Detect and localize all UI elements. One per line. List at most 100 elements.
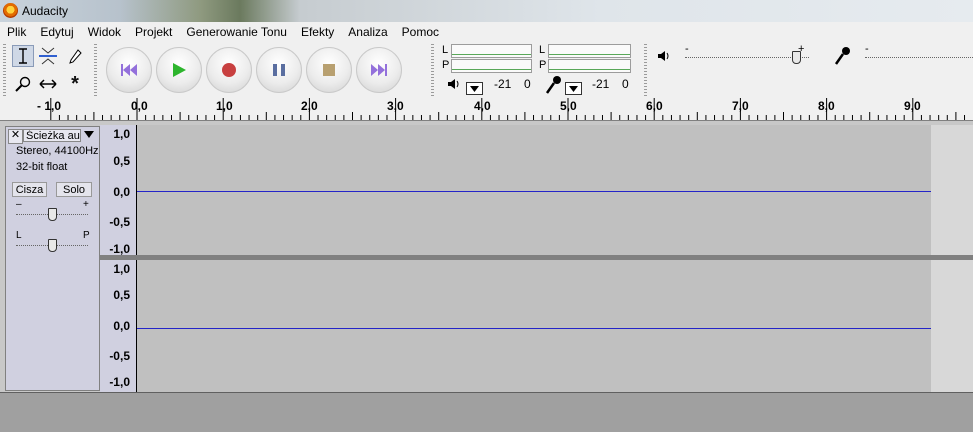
track-menu-arrow-icon[interactable] — [84, 131, 94, 138]
track-name-menu[interactable]: Ścieżka au — [23, 129, 81, 142]
draw-tool-icon[interactable] — [64, 45, 86, 67]
stop-button[interactable] — [306, 47, 352, 93]
ruler-label: 4,0 — [474, 99, 491, 113]
output-volume-icon — [657, 50, 671, 65]
ruler-label: 6,0 — [646, 99, 663, 113]
menu-help[interactable]: Pomoc — [395, 22, 446, 42]
vruler-label: 0,0 — [113, 319, 130, 333]
vruler-label: -1,0 — [109, 375, 130, 389]
output-volume-track[interactable] — [685, 57, 809, 59]
skip-to-start-button[interactable] — [106, 47, 152, 93]
skip-to-start-icon — [121, 64, 137, 76]
input-meter-left[interactable] — [548, 44, 631, 58]
ruler-label: 0,0 — [131, 99, 148, 113]
input-volume-microphone-icon — [834, 46, 852, 69]
zoom-tool-icon[interactable] — [12, 73, 34, 95]
ruler-label: 7,0 — [732, 99, 749, 113]
speaker-icon — [447, 78, 461, 93]
pan-left-label: L — [16, 230, 22, 241]
skip-to-end-button[interactable] — [356, 47, 402, 93]
input-db-label: -21 — [592, 77, 610, 91]
transport-grip[interactable] — [94, 44, 97, 96]
output-volume-slider[interactable] — [792, 51, 802, 64]
waveform-left-channel[interactable] — [137, 125, 931, 255]
menu-project[interactable]: Projekt — [128, 22, 179, 42]
track-control-panel[interactable]: ✕ Ścieżka au Stereo, 44100Hz 32-bit floa… — [5, 126, 100, 391]
input-meter-right[interactable] — [548, 59, 631, 73]
menu-generate[interactable]: Generowanie Tonu — [179, 22, 294, 42]
play-button[interactable] — [156, 47, 202, 93]
window-title: Audacity — [22, 4, 69, 18]
track-area: ✕ Ścieżka au Stereo, 44100Hz 32-bit floa… — [0, 121, 973, 392]
mixer-grip[interactable] — [644, 44, 647, 96]
track-close-button[interactable]: ✕ — [8, 129, 23, 144]
vertical-ruler-left-channel: 1,0 0,5 0,0 -0,5 -1,0 — [100, 125, 137, 256]
input-volume-min-label: - — [865, 43, 869, 55]
input-meter-menu-button[interactable] — [565, 82, 582, 95]
output-meter-left[interactable] — [451, 44, 532, 58]
microphone-icon — [545, 75, 563, 98]
vertical-ruler-right-channel: 1,0 0,5 0,0 -0,5 -1,0 — [100, 260, 137, 392]
output-meter-left-label: L — [442, 44, 449, 56]
vruler-label: 1,0 — [113, 127, 130, 141]
empty-track-area[interactable] — [931, 125, 973, 255]
empty-project-area[interactable] — [0, 392, 973, 432]
menu-effects[interactable]: Efekty — [294, 22, 341, 42]
mute-button[interactable]: Cisza — [12, 182, 47, 197]
play-icon — [173, 63, 186, 77]
output-meter-right[interactable] — [451, 59, 532, 73]
menu-edit[interactable]: Edytuj — [33, 22, 80, 42]
meter-grip[interactable] — [431, 44, 434, 96]
output-volume-min-label: - — [685, 43, 689, 55]
audacity-app-icon — [3, 3, 18, 18]
pan-right-label: P — [83, 230, 90, 241]
menu-bar: Plik Edytuj Widok Projekt Generowanie To… — [0, 22, 973, 42]
menu-analyze[interactable]: Analiza — [341, 22, 394, 42]
tools-grip[interactable] — [3, 44, 6, 96]
gain-slider[interactable] — [47, 208, 57, 221]
output-meter-menu-button[interactable] — [466, 82, 483, 95]
gain-plus-label: + — [83, 199, 89, 210]
ruler-label: 9,0 — [904, 99, 921, 113]
output-db-label: -21 — [494, 77, 512, 91]
pause-button[interactable] — [256, 47, 302, 93]
output-zero-label: 0 — [524, 77, 531, 91]
title-bar: Audacity — [0, 0, 973, 22]
menu-file[interactable]: Plik — [0, 22, 33, 42]
waveform-left-line — [137, 191, 931, 192]
record-icon — [222, 63, 236, 77]
output-meter-right-label: P — [442, 59, 450, 71]
timeline-ruler[interactable]: - 1,0 0,0 1,0 2,0 3,0 4,0 5,0 6,0 7,0 8,… — [0, 98, 973, 121]
track-format: Stereo, 44100Hz — [16, 145, 99, 157]
input-meter-right-label: P — [539, 59, 547, 71]
envelope-tool-icon[interactable] — [37, 45, 59, 67]
vruler-label: -1,0 — [109, 242, 130, 256]
empty-track-area[interactable] — [931, 260, 973, 392]
vruler-label: 1,0 — [113, 262, 130, 276]
waveform-right-line — [137, 328, 931, 329]
track-bit-depth: 32-bit float — [16, 161, 68, 173]
gain-minus-label: – — [16, 199, 22, 210]
vruler-label: 0,0 — [113, 185, 130, 199]
ruler-label: 5,0 — [560, 99, 577, 113]
ruler-label: 8,0 — [818, 99, 835, 113]
skip-to-end-icon — [371, 64, 387, 76]
ruler-label: 1,0 — [216, 99, 233, 113]
timeshift-tool-icon[interactable] — [37, 73, 59, 95]
stop-icon — [323, 64, 335, 76]
vruler-label: -0,5 — [109, 349, 130, 363]
ruler-label: 3,0 — [387, 99, 404, 113]
multi-tool-icon[interactable]: * — [64, 73, 86, 95]
pan-slider[interactable] — [47, 239, 57, 252]
waveform-right-channel[interactable] — [137, 260, 931, 392]
record-button[interactable] — [206, 47, 252, 93]
dropdown-arrow-icon — [569, 85, 578, 92]
selection-tool-icon[interactable] — [12, 45, 34, 67]
vruler-label: 0,5 — [113, 288, 130, 302]
vruler-label: -0,5 — [109, 215, 130, 229]
ruler-label: - 1,0 — [37, 99, 62, 113]
toolbar: * L P -21 0 L P -21 0 - + - — [0, 42, 973, 99]
input-volume-track[interactable] — [865, 57, 973, 59]
solo-button[interactable]: Solo — [56, 182, 92, 197]
menu-view[interactable]: Widok — [81, 22, 128, 42]
